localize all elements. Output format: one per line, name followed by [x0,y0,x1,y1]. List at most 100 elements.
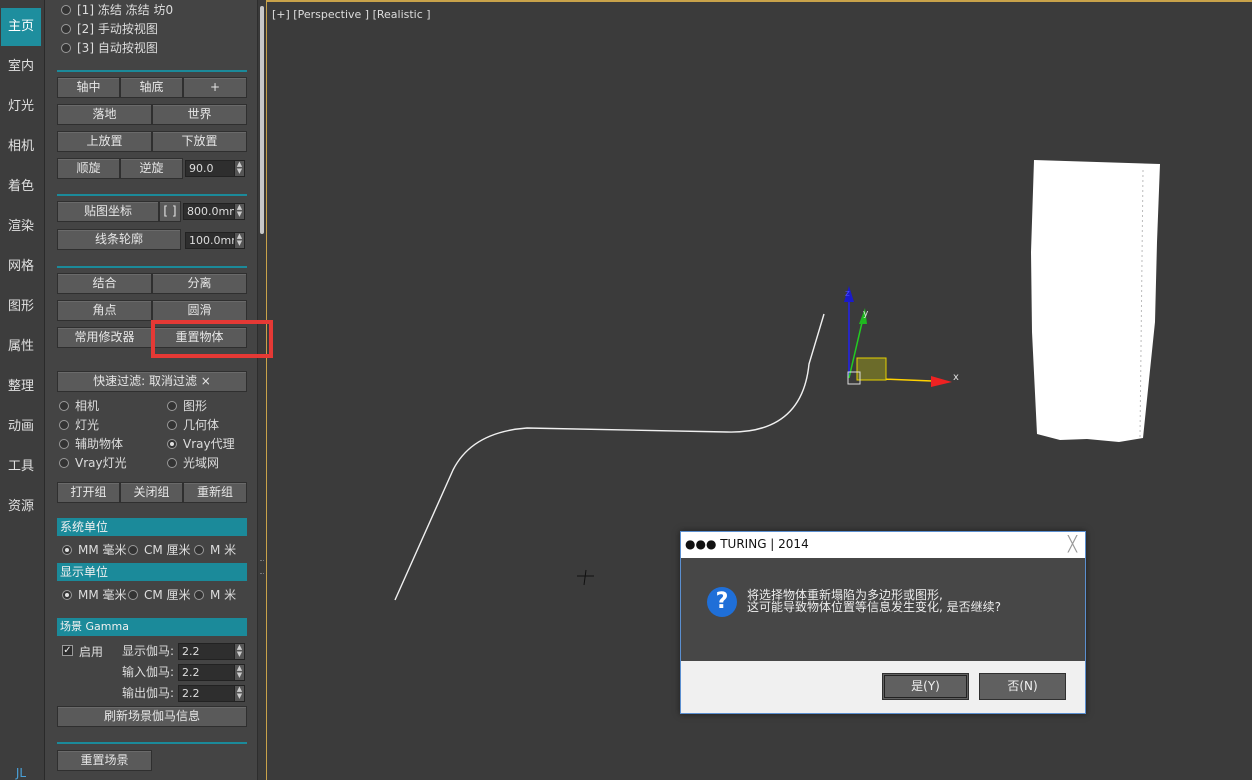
tab-home[interactable]: 主页 [1,8,41,46]
spinner-arrows-icon[interactable]: ▲ ▼ [234,233,244,248]
display-unit-mm-radio[interactable]: MM 毫米 [62,587,127,603]
gamma-enable-label: 启用 [79,645,104,659]
rotate-cw-button[interactable]: 顺旋 [57,158,120,179]
gamma-enable-checkbox[interactable]: ✓ [62,645,73,656]
refresh-gamma-button[interactable]: 刷新场景伽马信息 [57,706,247,727]
radio-dot [61,43,71,53]
place-down-button[interactable]: 下放置 [152,131,247,152]
view-option-3[interactable]: [3] 自动按视图 [61,40,158,56]
filter-light-radio[interactable]: 灯光 [59,417,99,433]
reset-scene-button[interactable]: 重置场景 [57,750,152,771]
tab-camera[interactable]: 相机 [1,128,41,166]
input-gamma-spinner[interactable]: 2.2 ▲ ▼ [178,664,245,681]
yes-button[interactable]: 是(Y) [882,673,969,700]
filter-camera-radio[interactable]: 相机 [59,398,99,414]
radio-dot [167,420,177,430]
map-coords-button[interactable]: 贴图坐标 [57,201,159,222]
view-option-1[interactable]: [1] 冻结 冻结 坊0 [61,2,173,18]
app-root: 主页 室内 灯光 相机 着色 渲染 网格 图形 属性 整理 动画 工具 资源 J… [0,0,1252,780]
filter-helper-radio[interactable]: 辅助物体 [59,436,123,452]
filter-vray-proxy-radio[interactable]: Vray代理 [167,436,235,452]
section-divider [57,266,247,268]
radio-dot [59,458,69,468]
white-mesh-object[interactable] [1031,160,1160,442]
tab-lights[interactable]: 灯光 [1,88,41,126]
rotate-angle-spinner[interactable]: 90.0 ▲ ▼ [185,160,245,177]
radio-dot [128,545,138,555]
bottom-logo-icon: JL [15,766,27,780]
tab-shapes[interactable]: 图形 [1,288,41,326]
pivot-bottom-button[interactable]: 轴底 [120,77,183,98]
filter-shape-radio[interactable]: 图形 [167,398,207,414]
spinner-arrows-icon[interactable]: ▲ ▼ [234,665,244,680]
question-icon: ? [707,587,737,617]
quick-filter-button[interactable]: 快速过滤: 取消过滤 × [57,371,247,392]
panel-scrollbar[interactable] [257,0,266,780]
tab-interior[interactable]: 室内 [1,48,41,86]
view-option-2[interactable]: [2] 手动按视图 [61,21,158,37]
tab-tools[interactable]: 工具 [1,448,41,486]
gamma-header: 场景 Gamma [57,618,247,636]
radio-dot [59,439,69,449]
radio-dot [59,401,69,411]
scrollbar-thumb[interactable] [260,6,264,234]
system-unit-cm-radio[interactable]: CM 厘米 [128,542,191,558]
world-button[interactable]: 世界 [152,104,247,125]
tab-mesh[interactable]: 网格 [1,248,41,286]
display-gamma-spinner[interactable]: 2.2 ▲ ▼ [178,643,245,660]
common-modifiers-button[interactable]: 常用修改器 [57,327,152,348]
system-unit-mm-radio[interactable]: MM 毫米 [62,542,127,558]
outline-size-spinner[interactable]: 100.0mm ▲ ▼ [185,232,245,249]
spinner-arrows-icon[interactable]: ▲ ▼ [234,204,244,219]
place-up-button[interactable]: 上放置 [57,131,152,152]
axis-y-label: y [863,309,869,319]
tab-resources[interactable]: 资源 [1,488,41,526]
splitter-grip-icon[interactable] [260,560,264,574]
no-button[interactable]: 否(N) [979,673,1066,700]
radio-dot [167,458,177,468]
transform-gizmo-icon[interactable] [844,286,952,387]
dialog-titlebar[interactable]: ●●● TURING | 2014 ╳ [681,532,1085,558]
tab-render[interactable]: 渲染 [1,208,41,246]
pivot-center-button[interactable]: 轴中 [57,77,120,98]
confirm-dialog: ●●● TURING | 2014 ╳ ? 将选择物体重新塌陷为多边形或图形, … [680,531,1086,714]
smooth-button[interactable]: 圆滑 [152,300,247,321]
display-gamma-label: 显示伽马: [122,644,175,658]
tab-animation[interactable]: 动画 [1,408,41,446]
filter-ies-radio[interactable]: 光域网 [167,455,219,471]
spinner-arrows-icon[interactable]: ▲ ▼ [234,644,244,659]
display-units-header: 显示单位 [57,563,247,581]
rotate-ccw-button[interactable]: 逆旋 [120,158,183,179]
tab-properties[interactable]: 属性 [1,328,41,366]
tab-organize[interactable]: 整理 [1,368,41,406]
tool-panel: [1] 冻结 冻结 坊0 [2] 手动按视图 [3] 自动按视图 轴中 轴底 +… [45,0,257,780]
close-icon[interactable]: ╳ [1068,535,1077,553]
drop-to-ground-button[interactable]: 落地 [57,104,152,125]
section-divider [57,742,247,744]
filter-vray-light-radio[interactable]: Vray灯光 [59,455,127,471]
display-unit-m-radio[interactable]: M 米 [194,587,236,603]
system-unit-m-radio[interactable]: M 米 [194,542,236,558]
section-divider [57,70,247,72]
detach-button[interactable]: 分离 [152,273,247,294]
output-gamma-label: 输出伽马: [122,686,175,700]
output-gamma-spinner[interactable]: 2.2 ▲ ▼ [178,685,245,702]
spline-outline-button[interactable]: 线条轮廓 [57,229,181,250]
pivot-plus-button[interactable]: + [183,77,247,98]
map-size-spinner[interactable]: 800.0mm ▲ ▼ [183,203,245,220]
spinner-arrows-icon[interactable]: ▲ ▼ [234,686,244,701]
radio-dot [167,401,177,411]
section-divider [57,194,247,196]
map-bracket-button[interactable]: [ ] [159,201,181,222]
corner-button[interactable]: 角点 [57,300,152,321]
radio-dot [194,545,204,555]
tab-shading[interactable]: 着色 [1,168,41,206]
display-unit-cm-radio[interactable]: CM 厘米 [128,587,191,603]
spinner-arrows-icon[interactable]: ▲ ▼ [234,161,244,176]
axis-x-label: x [953,372,959,383]
open-group-button[interactable]: 打开组 [57,482,120,503]
filter-geometry-radio[interactable]: 几何体 [167,417,219,433]
close-group-button[interactable]: 关闭组 [120,482,183,503]
attach-button[interactable]: 结合 [57,273,152,294]
regroup-button[interactable]: 重新组 [183,482,247,503]
